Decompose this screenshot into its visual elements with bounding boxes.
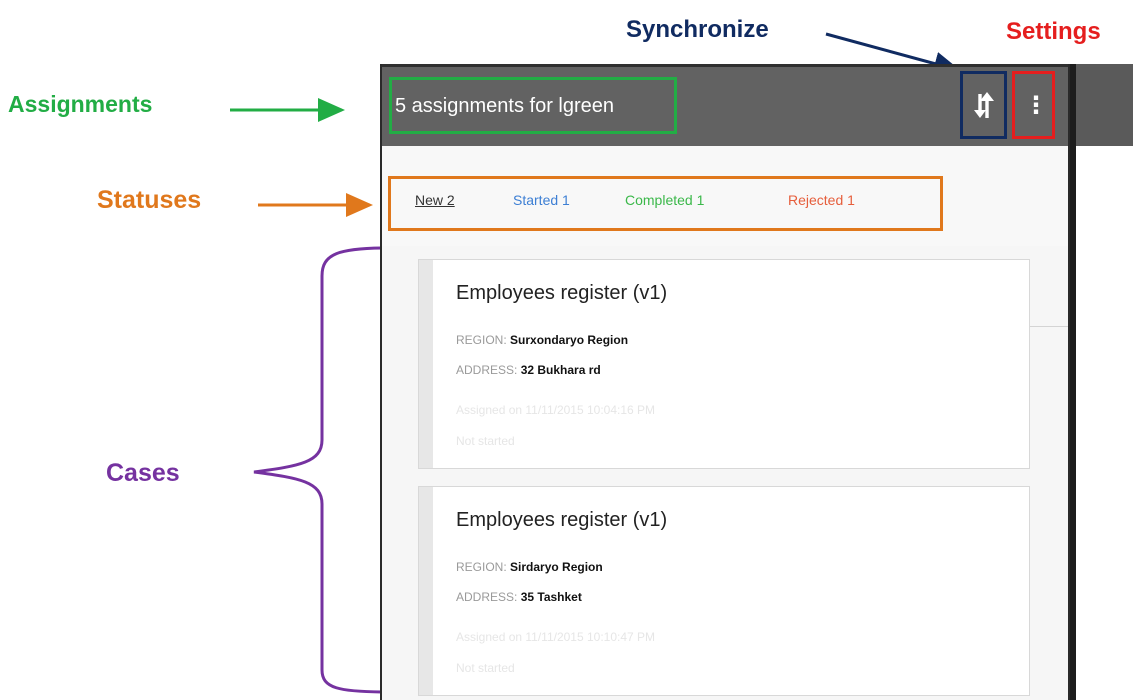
region-label: REGION: [456,560,507,574]
settings-annotation: Settings [1006,18,1101,45]
case-card[interactable]: Employees register (v1) REGION: Sirdaryo… [418,486,1030,696]
cases-brace [253,246,389,694]
region-label: REGION: [456,333,507,347]
case-title: Employees register (v1) [456,282,668,304]
window-edge [1070,64,1076,700]
phone-screen: 5 assignments for lgreen ⋮ New 2 Started… [380,64,1070,700]
case-card[interactable]: Employees register (v1) REGION: Surxonda… [418,259,1030,469]
cases-annotation: Cases [106,459,180,487]
address-label: ADDRESS: [456,363,518,377]
case-assigned-date: Assigned on 11/11/2015 10:04:16 PM [456,403,656,417]
case-status: Not started [456,661,515,675]
case-address: ADDRESS: 35 Tashket [456,590,582,604]
region-value: Sirdaryo Region [510,560,603,574]
assignments-annotation: Assignments [8,91,153,117]
region-value: Surxondaryo Region [510,333,629,347]
case-title: Employees register (v1) [456,509,668,531]
address-value: 35 Tashket [520,590,582,604]
case-assigned-date: Assigned on 11/11/2015 10:10:47 PM [456,630,656,644]
address-label: ADDRESS: [456,590,518,604]
address-value: 32 Bukhara rd [520,363,601,377]
case-region: REGION: Sirdaryo Region [456,560,603,574]
case-address: ADDRESS: 32 Bukhara rd [456,363,601,377]
case-region: REGION: Surxondaryo Region [456,333,628,347]
case-status: Not started [456,434,515,448]
settings-highlight-box [1012,71,1055,139]
synchronize-highlight-box [960,71,1007,139]
window-edge-bar [1076,64,1133,146]
statuses-annotation: Statuses [97,186,202,214]
assignments-highlight-box [389,77,677,134]
statuses-highlight-box [388,176,943,231]
synchronize-annotation: Synchronize [626,16,769,43]
